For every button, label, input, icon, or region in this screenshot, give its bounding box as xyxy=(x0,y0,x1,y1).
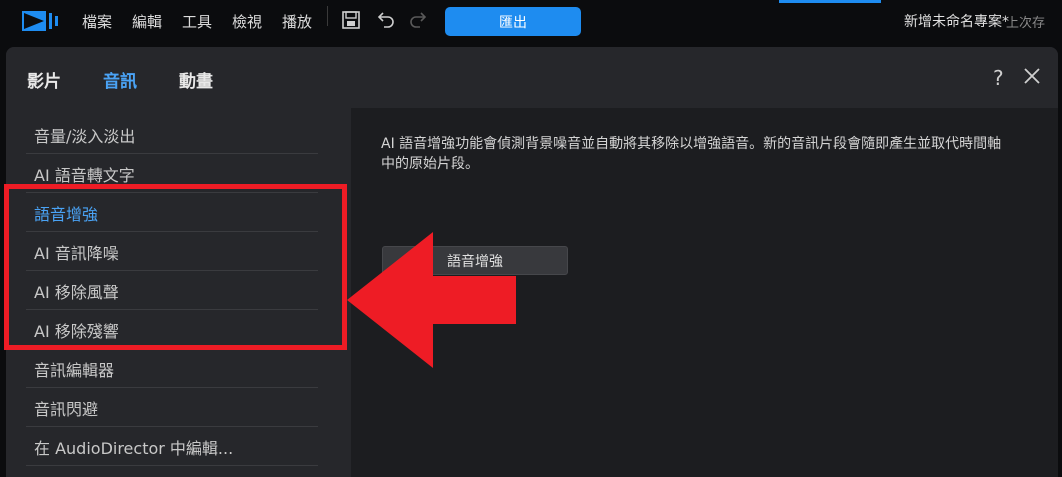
autosave-status: 上次存 xyxy=(1006,16,1046,31)
arrow-icon xyxy=(347,232,516,368)
menu-bar: 檔案 編輯 工具 檢視 播放 匯出 新增未命名專案* 上次存 xyxy=(0,0,1062,42)
app-logo-icon xyxy=(22,11,58,31)
menu-divider xyxy=(327,6,328,26)
menu-edit[interactable]: 編輯 xyxy=(132,11,162,32)
menu-tools[interactable]: 工具 xyxy=(182,11,212,32)
tab-animation[interactable]: 動畫 xyxy=(179,67,213,92)
close-icon[interactable] xyxy=(1023,67,1041,85)
menu-file[interactable]: 檔案 xyxy=(82,11,112,32)
sidebar-item-audiodirector[interactable]: 在 AudioDirector 中編輯... xyxy=(26,428,318,466)
highlight-box xyxy=(4,184,347,350)
sidebar-item-audio-editor[interactable]: 音訊編輯器 xyxy=(26,350,318,388)
tab-video[interactable]: 影片 xyxy=(27,67,61,92)
sidebar-item-label: 在 AudioDirector 中編輯... xyxy=(34,438,234,458)
save-icon[interactable] xyxy=(340,9,362,31)
sidebar-item-audio-ducking[interactable]: 音訊閃避 xyxy=(26,389,318,427)
menu-play[interactable]: 播放 xyxy=(282,11,312,32)
sidebar-item-volume-fade[interactable]: 音量/淡入淡出 xyxy=(26,116,318,154)
sidebar-item-label: AI 語音轉文字 xyxy=(34,165,135,185)
dialog-header: 影片 音訊 動畫 ? xyxy=(6,47,1058,108)
help-button[interactable]: ? xyxy=(993,66,1004,90)
project-title: 新增未命名專案* xyxy=(904,14,1009,30)
sidebar-item-label: 音量/淡入淡出 xyxy=(34,126,136,146)
tab-audio[interactable]: 音訊 xyxy=(103,67,137,92)
undo-icon[interactable] xyxy=(374,9,396,31)
menu-view[interactable]: 檢視 xyxy=(232,11,262,32)
redo-icon[interactable] xyxy=(408,9,430,31)
export-button[interactable]: 匯出 xyxy=(445,7,581,36)
sidebar-item-label: 音訊編輯器 xyxy=(34,360,115,380)
sidebar-item-label: 音訊閃避 xyxy=(34,399,99,419)
feature-description: AI 語音增強功能會偵測背景噪音並自動將其移除以增強語音。新的音訊片段會隨即產生… xyxy=(381,136,1002,172)
top-accent-bar xyxy=(779,0,881,3)
